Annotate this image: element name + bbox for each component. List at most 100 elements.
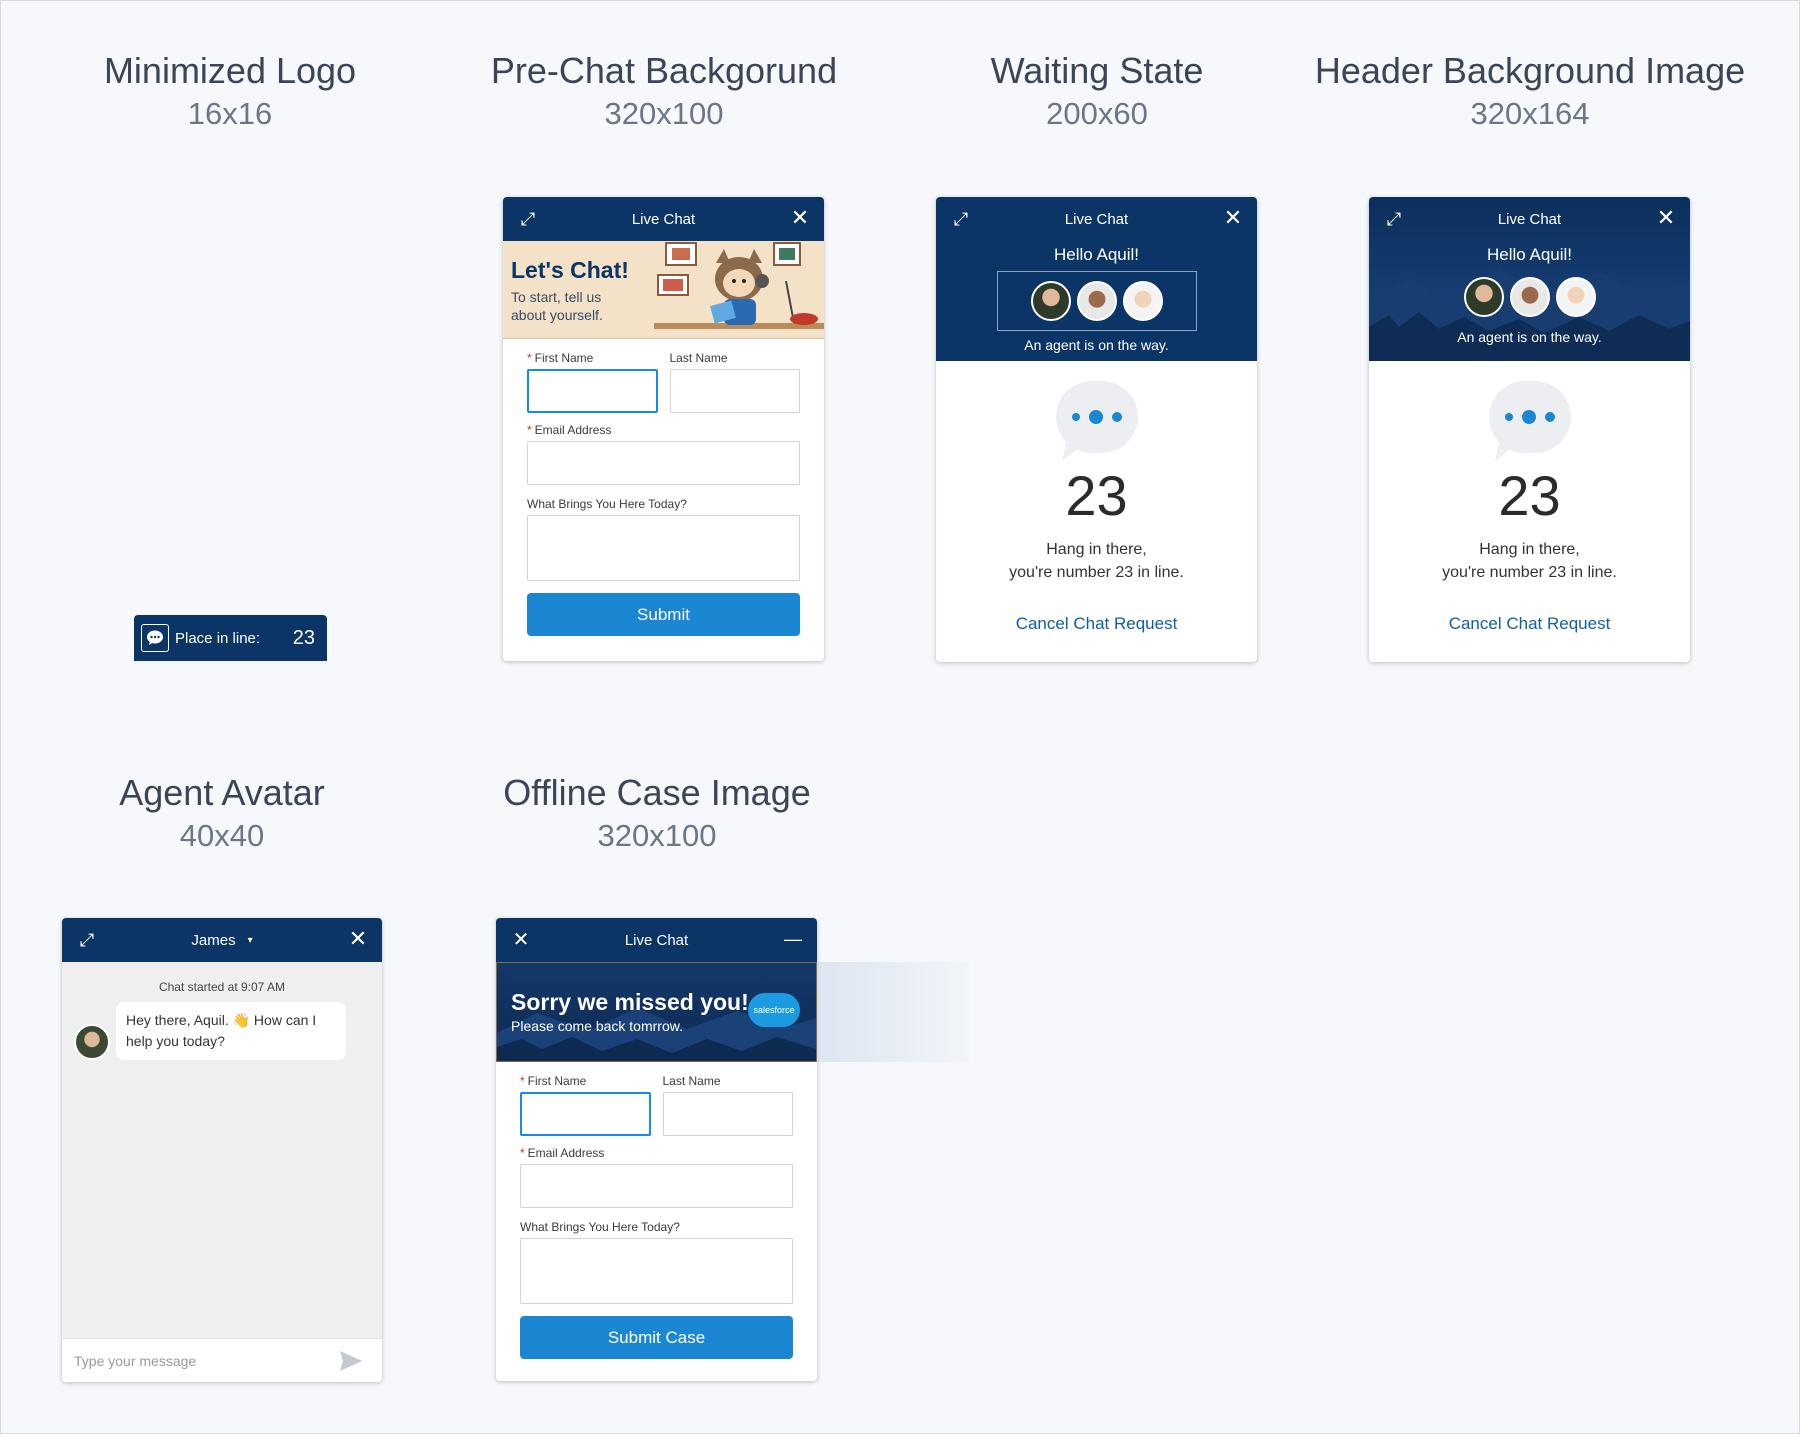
minimize-arrows-icon[interactable]: ⤢	[517, 208, 539, 230]
typing-bubble-icon	[1488, 381, 1571, 461]
email-label: * Email Address	[527, 423, 800, 437]
hang-in-there-line-1: Hang in there,	[1046, 541, 1147, 558]
first-name-input[interactable]	[527, 369, 658, 413]
place-in-line-count: 23	[292, 626, 315, 649]
first-name-label-text: First Name	[527, 1074, 587, 1088]
section-title-offline: Offline Case Image	[503, 772, 811, 813]
place-in-line-label: Place in line:	[175, 629, 261, 647]
reason-label: What Brings You Here Today?	[520, 1220, 680, 1234]
minimize-arrows-icon[interactable]: ⤢	[950, 208, 972, 230]
agent-avatar-1	[1030, 281, 1071, 321]
agent-chat-window: ⤢ James ▾ ✕ Chat started at 9:07 AM Hey …	[62, 918, 382, 1382]
offline-window: ✕ Live Chat — Sorry we missed you! Pleas…	[496, 918, 969, 1381]
first-name-input[interactable]	[520, 1092, 651, 1136]
waiting-state-image-outline	[996, 271, 1197, 331]
greeting-text: Hello Aquil!	[1053, 245, 1140, 264]
reason-textarea[interactable]	[520, 1238, 793, 1304]
required-mark: *	[527, 351, 532, 365]
minimize-arrows-icon[interactable]: ⤢	[76, 929, 98, 951]
cancel-chat-request-link[interactable]: Cancel Chat Request	[1369, 614, 1690, 634]
email-label-text: Email Address	[527, 1146, 605, 1160]
chat-input-bar: Type your message	[62, 1338, 382, 1382]
email-label: * Email Address	[520, 1146, 793, 1160]
last-name-input[interactable]	[669, 369, 800, 413]
minimized-logo-icon	[141, 624, 169, 652]
agent-avatar	[74, 1024, 110, 1060]
prechat-form: * First Name Last Name * Email Address Wha…	[503, 339, 824, 636]
offline-header: ✕ Live Chat —	[496, 918, 817, 962]
last-name-input[interactable]	[662, 1092, 793, 1136]
agent-message-bubble: Hey there, Aquil. 👋 How can I help you t…	[116, 1002, 346, 1060]
close-icon[interactable]: ✕	[1221, 206, 1245, 230]
section-size-prechat: 320x100	[604, 96, 724, 131]
section-size-offline: 320x100	[597, 818, 717, 853]
agent-name[interactable]: James	[191, 932, 235, 949]
header-bg-title: Live Chat	[1497, 210, 1562, 228]
required-mark: *	[527, 423, 532, 437]
salesforce-logo: salesforce	[748, 993, 800, 1027]
offline-image-overflow	[817, 962, 969, 1062]
waiting-window: ⤢ Live Chat ✕ Hello Aquil! An agent is o…	[936, 197, 1257, 662]
typing-bubble-icon	[1055, 381, 1138, 461]
header-bg-greeting: Hello Aquil!	[1486, 245, 1573, 264]
cancel-chat-request-link[interactable]: Cancel Chat Request	[936, 614, 1257, 634]
first-name-label: * First Name	[520, 1074, 651, 1088]
section-title-minimized: Minimized Logo	[103, 50, 357, 91]
section-title-prechat: Pre-Chat Backgorund	[490, 50, 838, 91]
first-name-label: * First Name	[527, 351, 658, 365]
section-title-header-bg: Header Background Image	[1314, 50, 1746, 91]
prechat-banner: Let's Chat! To start, tell us about your…	[503, 241, 824, 339]
prechat-header: ⤢ Live Chat ✕	[503, 197, 824, 241]
chat-started-text: Chat started at 9:07 AM	[158, 980, 286, 994]
section-size-minimized: 16x16	[187, 96, 273, 131]
reason-label: What Brings You Here Today?	[527, 497, 687, 511]
agent-message-row: Hey there, Aquil. 👋 How can I help you t…	[74, 1002, 382, 1060]
queue-position-number: 23	[1498, 464, 1561, 527]
last-name-label: Last Name	[662, 1074, 721, 1088]
submit-case-button[interactable]: Submit Case	[520, 1316, 793, 1359]
email-input[interactable]	[520, 1164, 793, 1208]
minimized-chat-bar[interactable]: Place in line: 23	[134, 615, 327, 661]
send-icon[interactable]	[340, 1350, 362, 1371]
hang-in-there-line-2: you're number 23 in line.	[1442, 564, 1617, 581]
required-mark: *	[520, 1146, 525, 1160]
submit-button[interactable]: Submit	[527, 593, 800, 636]
header-bg-agent-msg: An agent is on the way.	[1457, 329, 1602, 345]
reason-textarea[interactable]	[527, 515, 800, 581]
minimize-arrows-icon[interactable]: ⤢	[1383, 208, 1405, 230]
agent-avatar-1	[1463, 277, 1504, 317]
section-size-waiting: 200x60	[1046, 96, 1148, 131]
prechat-window: ⤢ Live Chat ✕ Let's Chat! To start, tell…	[503, 197, 824, 661]
banner-subtitle-1: To start, tell us	[511, 289, 602, 305]
minimize-icon[interactable]: —	[781, 927, 805, 951]
close-icon[interactable]: ✕	[510, 929, 532, 951]
agent-avatar-3	[1555, 277, 1596, 317]
offline-banner-subtitle: Please come back tomrrow.	[511, 1018, 683, 1034]
agent-avatars	[1030, 281, 1163, 321]
mascot-illustration	[654, 242, 824, 329]
close-icon[interactable]: ✕	[788, 206, 812, 230]
header-bg-top: ⤢ Live Chat ✕ Hello Aquil! An agent is o…	[1369, 197, 1690, 361]
email-label-text: Email Address	[534, 423, 612, 437]
email-input[interactable]	[527, 441, 800, 485]
waiting-banner: Hello Aquil! An agent is on the way.	[936, 241, 1257, 361]
offline-banner-title: Sorry we missed you!	[511, 989, 749, 1015]
close-icon[interactable]: ✕	[1654, 206, 1678, 230]
queue-position-number: 23	[1065, 464, 1128, 527]
hang-in-there-line-2: you're number 23 in line.	[1009, 564, 1184, 581]
section-size-header-bg: 320x164	[1470, 96, 1590, 131]
close-icon[interactable]: ✕	[346, 927, 370, 951]
message-input[interactable]: Type your message	[74, 1353, 340, 1369]
agent-avatar-2	[1509, 277, 1550, 317]
chevron-down-icon[interactable]: ▾	[248, 935, 253, 946]
first-name-label-text: First Name	[534, 351, 594, 365]
section-title-waiting: Waiting State	[990, 50, 1204, 91]
agent-avatar-2	[1076, 281, 1117, 321]
prechat-header-title: Live Chat	[631, 210, 696, 228]
agent-avatar-3	[1122, 281, 1163, 321]
required-mark: *	[520, 1074, 525, 1088]
last-name-label: Last Name	[669, 351, 728, 365]
section-title-agent: Agent Avatar	[119, 772, 325, 813]
banner-subtitle-2: about yourself.	[511, 307, 603, 323]
agent-chat-header: ⤢ James ▾ ✕	[62, 918, 382, 962]
